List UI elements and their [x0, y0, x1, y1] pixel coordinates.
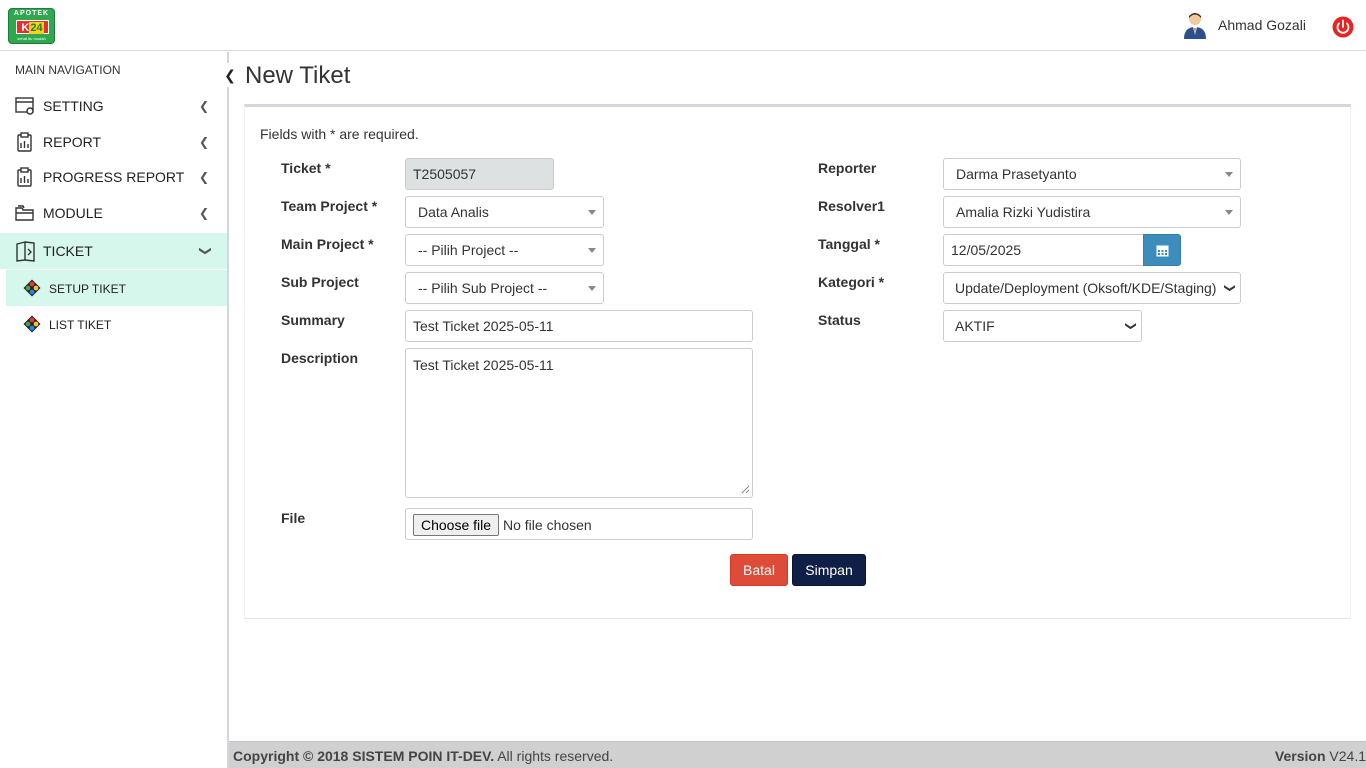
sidebar-subitem-list-tiket[interactable]: LIST TIKET [6, 306, 227, 342]
diamond-dots-icon [23, 279, 41, 297]
chevron-left-icon: ❮ [198, 170, 209, 184]
settings-window-icon [15, 97, 34, 115]
rights-text: All rights reserved. [497, 748, 614, 764]
sub-project-label: Sub Project [281, 274, 359, 290]
chevron-down-icon: ❮ [1223, 283, 1236, 293]
user-name[interactable]: Ahmad Gozali [1218, 17, 1306, 33]
cancel-button[interactable]: Batal [730, 554, 788, 586]
sidebar-item-report[interactable]: REPORT ❮ [0, 124, 227, 160]
copyright-text: Copyright © 2018 [233, 748, 349, 764]
version-number: V24.1 [1329, 748, 1366, 764]
logout-power-icon[interactable] [1332, 16, 1354, 38]
sub-project-select[interactable]: -- Pilih Sub Project -- [405, 272, 604, 304]
resize-grip-icon[interactable] [741, 485, 750, 494]
sidebar-item-module[interactable]: MODULE ❮ [0, 195, 227, 231]
sidebar-item-progress-report[interactable]: PROGRESS REPORT ❮ [0, 159, 227, 195]
dropdown-caret-icon [588, 210, 596, 215]
tanggal-input[interactable]: 12/05/2025 [943, 234, 1144, 266]
chevron-left-icon: ❮ [198, 135, 209, 149]
required-note: Fields with * are required. [260, 126, 419, 142]
sidebar-item-setting[interactable]: SETTING ❮ [0, 88, 227, 124]
footer: Copyright © 2018 SISTEM POIN IT-DEV. All… [229, 741, 1366, 768]
file-status: No file chosen [503, 517, 592, 533]
nav-header: MAIN NAVIGATION [15, 63, 121, 77]
dropdown-caret-icon [1225, 210, 1233, 215]
choose-file-button[interactable]: Choose file [413, 514, 499, 536]
chevron-left-icon: ❮ [198, 206, 209, 220]
resolver1-select[interactable]: Amalia Rizki Yudistira [943, 196, 1241, 228]
ticket-field: T2505057 [405, 158, 554, 190]
top-header: APOTEK K24 sehat itu mudah Ahmad Gozali [0, 0, 1366, 51]
version-label: Version [1274, 748, 1326, 764]
footer-brand[interactable]: SISTEM POIN IT-DEV. [352, 748, 494, 764]
summary-label: Summary [281, 312, 345, 328]
user-avatar-icon[interactable] [1183, 11, 1207, 39]
dropdown-caret-icon [588, 286, 596, 291]
clipboard-icon [17, 167, 32, 187]
status-select[interactable]: AKTIF ❮ [943, 310, 1142, 342]
ticket-icon [16, 241, 35, 262]
calendar-icon [1156, 245, 1169, 257]
sidebar-collapse-button[interactable]: ❮ [219, 63, 241, 87]
clipboard-icon [17, 132, 32, 152]
reporter-label: Reporter [818, 160, 877, 176]
calendar-button[interactable] [1143, 234, 1181, 266]
main-project-select[interactable]: -- Pilih Project -- [405, 234, 604, 266]
tanggal-label: Tanggal * [818, 236, 880, 252]
dropdown-caret-icon [588, 248, 596, 253]
dropdown-caret-icon [1225, 172, 1233, 177]
file-label: File [281, 510, 306, 526]
reporter-select[interactable]: Darma Prasetyanto [943, 158, 1241, 190]
summary-input[interactable]: Test Ticket 2025-05-11 [405, 310, 753, 342]
sidebar-item-ticket[interactable]: TICKET ❮ [0, 233, 227, 269]
team-project-select[interactable]: Data Analis [405, 196, 604, 228]
main-project-label: Main Project * [281, 236, 374, 252]
sidebar: MAIN NAVIGATION SETTING ❮ REPORT ❮ PROGR… [0, 52, 229, 768]
diamond-dots-icon [23, 315, 41, 333]
folders-icon [15, 205, 34, 221]
chevron-down-icon: ❮ [1124, 321, 1137, 331]
team-project-label: Team Project * [281, 198, 378, 214]
ticket-label: Ticket * [281, 160, 331, 176]
resolver1-label: Resolver1 [818, 198, 885, 214]
sidebar-subitem-setup-tiket[interactable]: SETUP TIKET [6, 270, 227, 306]
page-title: New Tiket [245, 62, 351, 89]
description-textarea[interactable]: Test Ticket 2025-05-11 [405, 348, 753, 498]
status-label: Status [818, 312, 861, 328]
apotek-k24-logo[interactable]: APOTEK K24 sehat itu mudah [8, 8, 55, 44]
chevron-left-icon: ❮ [198, 99, 209, 113]
chevron-down-icon: ❮ [196, 245, 211, 257]
description-label: Description [281, 350, 359, 366]
kategori-select[interactable]: Update/Deployment (Oksoft/KDE/Staging) ❮ [943, 272, 1241, 304]
kategori-label: Kategori * [818, 274, 885, 290]
save-button[interactable]: Simpan [792, 554, 866, 586]
